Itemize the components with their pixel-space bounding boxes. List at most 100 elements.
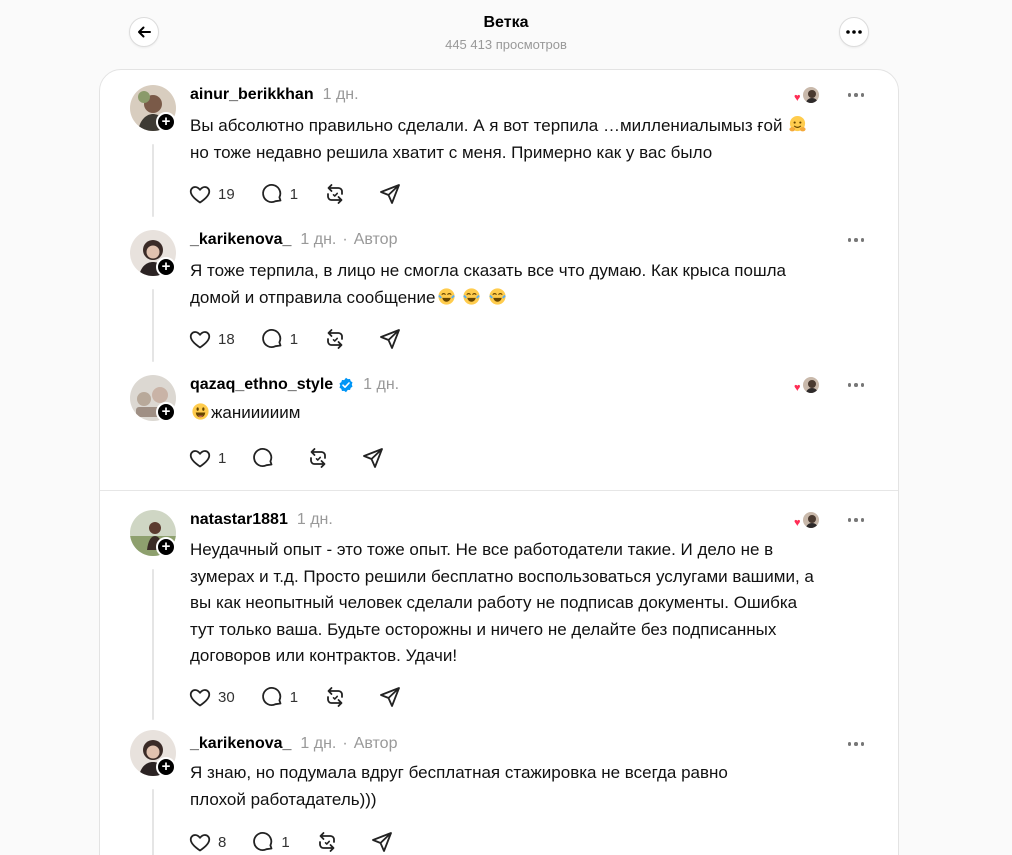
laughing-emoji-icon [437, 287, 455, 305]
post-header: _karikenova_ 1 дн. · Автор [190, 230, 397, 250]
timestamp[interactable]: 1 дн. [323, 86, 359, 104]
text-line: Неудачный опыт - это тоже опыт. Не все р… [190, 540, 774, 559]
text-line: Я тоже терпила, в лицо не смогла сказать… [190, 261, 786, 280]
repost-icon [318, 832, 335, 852]
reply-button[interactable]: 1 [251, 829, 290, 855]
comment-icon [261, 329, 282, 348]
liked-by-author: ♥ [794, 376, 824, 396]
username[interactable]: qazaq_ethno_style [190, 376, 333, 394]
username[interactable]: _karikenova_ [190, 735, 291, 753]
username[interactable]: _karikenova_ [190, 231, 291, 249]
comment-icon [261, 184, 282, 203]
like-count: 30 [218, 688, 235, 706]
post-text: Неудачный опыт - это тоже опыт. Не все р… [190, 537, 890, 670]
comment-icon [261, 687, 282, 706]
timestamp[interactable]: 1 дн. [300, 231, 336, 249]
follow-plus-icon[interactable]: + [156, 537, 176, 557]
reply-count: 1 [281, 833, 290, 851]
repost-button[interactable] [323, 684, 347, 710]
text-line: домой и отправила сообщение [190, 287, 436, 307]
text-line: Вы абсолютно правильно сделали. А я вот … [190, 116, 783, 135]
post-header: natastar1881 1 дн. [190, 510, 333, 530]
share-button[interactable] [378, 181, 402, 207]
post-actions: 30 1 [188, 684, 402, 710]
text-line: Я знаю, но подумала вдруг бесплатная ста… [190, 763, 728, 782]
author-avatar-mini [802, 511, 820, 529]
laughing-emoji-icon [489, 287, 506, 305]
like-button[interactable]: 18 [188, 326, 235, 352]
username[interactable]: natastar1881 [190, 511, 288, 529]
thread-card: + ainur_berikkhan 1 дн. ♥ Вы абсолютно п… [99, 69, 899, 855]
share-button[interactable] [378, 326, 402, 352]
timestamp[interactable]: 1 дн. [297, 511, 333, 529]
like-count: 1 [218, 449, 227, 467]
post-menu-button[interactable] [844, 736, 868, 752]
reply-button[interactable]: 1 [260, 181, 298, 207]
reply-count: 1 [289, 330, 299, 348]
repost-button[interactable] [323, 326, 347, 352]
post-menu-button[interactable] [844, 87, 868, 103]
send-icon [380, 184, 400, 204]
repost-button[interactable] [323, 181, 347, 207]
share-button[interactable] [378, 684, 402, 710]
send-icon [380, 329, 400, 349]
post-text: Я тоже терпила, в лицо не смогла сказать… [190, 258, 890, 311]
like-button[interactable]: 19 [188, 181, 235, 207]
author-badge: Автор [353, 231, 398, 248]
reply-post: + ainur_berikkhan 1 дн. ♥ Вы абсолютно п… [100, 70, 898, 217]
post-menu-button[interactable] [844, 377, 868, 393]
repost-button[interactable] [306, 445, 330, 471]
username[interactable]: ainur_berikkhan [190, 86, 314, 104]
thread-line [152, 144, 154, 217]
like-count: 18 [218, 330, 235, 348]
share-button[interactable] [370, 829, 394, 855]
more-options-button[interactable] [839, 17, 869, 47]
text-line: плохой работадатель))) [190, 789, 377, 809]
separator-dot: · [342, 231, 348, 248]
like-button[interactable]: 30 [188, 684, 235, 710]
heart-icon [189, 450, 211, 468]
follow-plus-icon[interactable]: + [156, 112, 176, 132]
post-header: qazaq_ethno_style 1 дн. [190, 375, 399, 395]
comment-icon [253, 832, 273, 851]
heart-icon [189, 689, 211, 707]
text-line: вы как неопытный человек сделали работу … [190, 593, 798, 612]
text-line: договоров или контрактов. Удачи! [190, 646, 458, 665]
verified-badge-icon [338, 377, 354, 393]
share-button[interactable] [361, 445, 385, 471]
repost-button[interactable] [315, 829, 339, 855]
repost-icon [327, 329, 343, 349]
author-badge: Автор [353, 735, 398, 752]
comment-icon [253, 448, 273, 467]
reply-button[interactable]: 1 [260, 684, 298, 710]
post-text: Я знаю, но подумала вдруг бесплатная ста… [190, 760, 890, 813]
like-count: 8 [218, 833, 227, 851]
follow-plus-icon[interactable]: + [156, 257, 176, 277]
reply-post: + _karikenova_ 1 дн. · Автор Я знаю, но … [100, 726, 898, 855]
follow-plus-icon[interactable]: + [156, 757, 176, 777]
more-horizontal-icon [846, 30, 862, 34]
author-avatar-mini [802, 86, 820, 104]
repost-icon [327, 687, 343, 707]
reply-button[interactable] [251, 445, 275, 471]
timestamp[interactable]: 1 дн. [300, 735, 336, 753]
text-line: зумерах и т.д. Просто решили бесплатно в… [190, 566, 814, 586]
post-menu-button[interactable] [844, 512, 868, 528]
post-actions: 1 [188, 445, 385, 471]
like-button[interactable]: 1 [188, 445, 226, 471]
text-line: но тоже недавно решила хватит с меня. Пр… [190, 142, 713, 162]
reply-count: 1 [289, 185, 299, 203]
text-line: жанииииим [211, 403, 301, 422]
post-actions: 18 1 [188, 326, 402, 352]
separator-dot: · [342, 735, 348, 752]
post-menu-button[interactable] [844, 232, 868, 248]
timestamp[interactable]: 1 дн. [363, 376, 399, 394]
grinning-emoji-icon [192, 403, 209, 420]
liked-by-author: ♥ [794, 511, 824, 531]
reply-button[interactable]: 1 [260, 326, 298, 352]
like-button[interactable]: 8 [188, 829, 226, 855]
laughing-emoji-icon [463, 287, 481, 305]
heart-icon [189, 834, 211, 852]
post-actions: 8 1 [188, 829, 394, 855]
follow-plus-icon[interactable]: + [156, 402, 176, 422]
